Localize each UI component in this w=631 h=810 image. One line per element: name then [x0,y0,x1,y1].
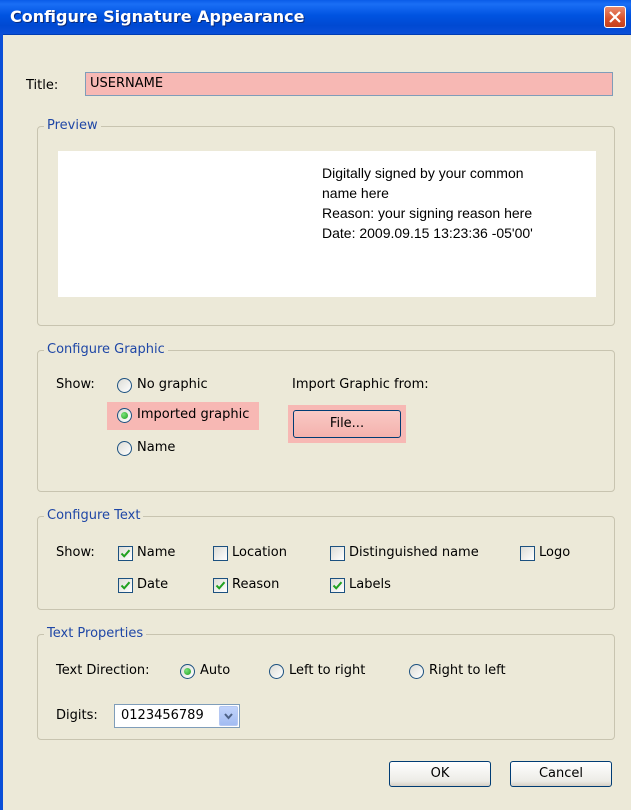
graphic-show-label: Show: [56,377,95,392]
preview-line: Date: 2009.09.15 13:23:36 -05'00' [322,225,533,241]
checkbox-reason[interactable] [213,578,228,593]
checkbox-reason-label[interactable]: Reason [232,577,279,592]
checkbox-name[interactable] [118,546,133,561]
radio-name-label[interactable]: Name [137,440,175,455]
cancel-button[interactable]: Cancel [510,761,612,787]
title-input[interactable]: USERNAME [85,72,613,96]
radio-imported-graphic[interactable] [117,408,132,423]
checkbox-logo[interactable] [520,546,535,561]
checkbox-date-label[interactable]: Date [137,577,168,592]
title-bar[interactable]: Configure Signature Appearance [0,0,631,35]
configure-text-legend: Configure Text [44,508,144,524]
checkbox-name-label[interactable]: Name [137,545,175,560]
digits-label: Digits: [56,708,98,723]
radio-name[interactable] [117,441,132,456]
checkbox-labels[interactable] [330,578,345,593]
checkmark-icon [332,581,343,590]
preview-line: Reason: your signing reason here [322,205,533,221]
radio-no-graphic-label[interactable]: No graphic [137,377,208,392]
ok-button[interactable]: OK [389,761,491,787]
title-label: Title: [26,78,59,93]
configure-graphic-legend: Configure Graphic [44,342,168,358]
preview-group: Preview Digitally signed by your common … [37,118,615,326]
checkbox-location[interactable] [213,546,228,561]
radio-direction-ltr[interactable] [269,664,284,679]
preview-line: Digitally signed by your common name her… [322,165,524,201]
checkbox-distinguished-name-label[interactable]: Distinguished name [349,545,479,560]
chevron-down-icon [224,713,233,720]
text-show-label: Show: [56,545,95,560]
checkbox-distinguished-name[interactable] [330,546,345,561]
digits-select-value: 0123456789 [121,708,204,723]
radio-direction-rtl[interactable] [409,664,424,679]
import-graphic-label: Import Graphic from: [292,377,429,392]
dropdown-button[interactable] [219,706,238,726]
title-input-value: USERNAME [90,76,164,91]
checkbox-location-label[interactable]: Location [232,545,287,560]
checkmark-icon [215,581,226,590]
preview-text: Digitally signed by your common name her… [322,163,562,243]
checkbox-date[interactable] [118,578,133,593]
close-button[interactable] [604,6,626,28]
text-direction-label: Text Direction: [56,663,150,678]
checkbox-logo-label[interactable]: Logo [539,545,570,560]
configure-text-group: Configure Text [37,508,615,610]
text-properties-legend: Text Properties [44,626,147,642]
radio-direction-ltr-label[interactable]: Left to right [289,663,365,678]
radio-direction-rtl-label[interactable]: Right to left [429,663,506,678]
radio-direction-auto-label[interactable]: Auto [200,663,230,678]
radio-direction-auto[interactable] [180,664,195,679]
file-button[interactable]: File... [293,410,401,438]
radio-no-graphic[interactable] [117,378,132,393]
digits-select[interactable]: 0123456789 [114,704,240,728]
dialog-window: Configure Signature Appearance Title: US… [0,0,631,810]
checkmark-icon [120,549,131,558]
checkbox-labels-label[interactable]: Labels [349,577,391,592]
checkmark-icon [120,581,131,590]
signature-preview: Digitally signed by your common name her… [58,151,596,297]
preview-legend: Preview [44,118,101,134]
radio-imported-graphic-label[interactable]: Imported graphic [137,407,249,422]
window-title: Configure Signature Appearance [10,7,305,26]
